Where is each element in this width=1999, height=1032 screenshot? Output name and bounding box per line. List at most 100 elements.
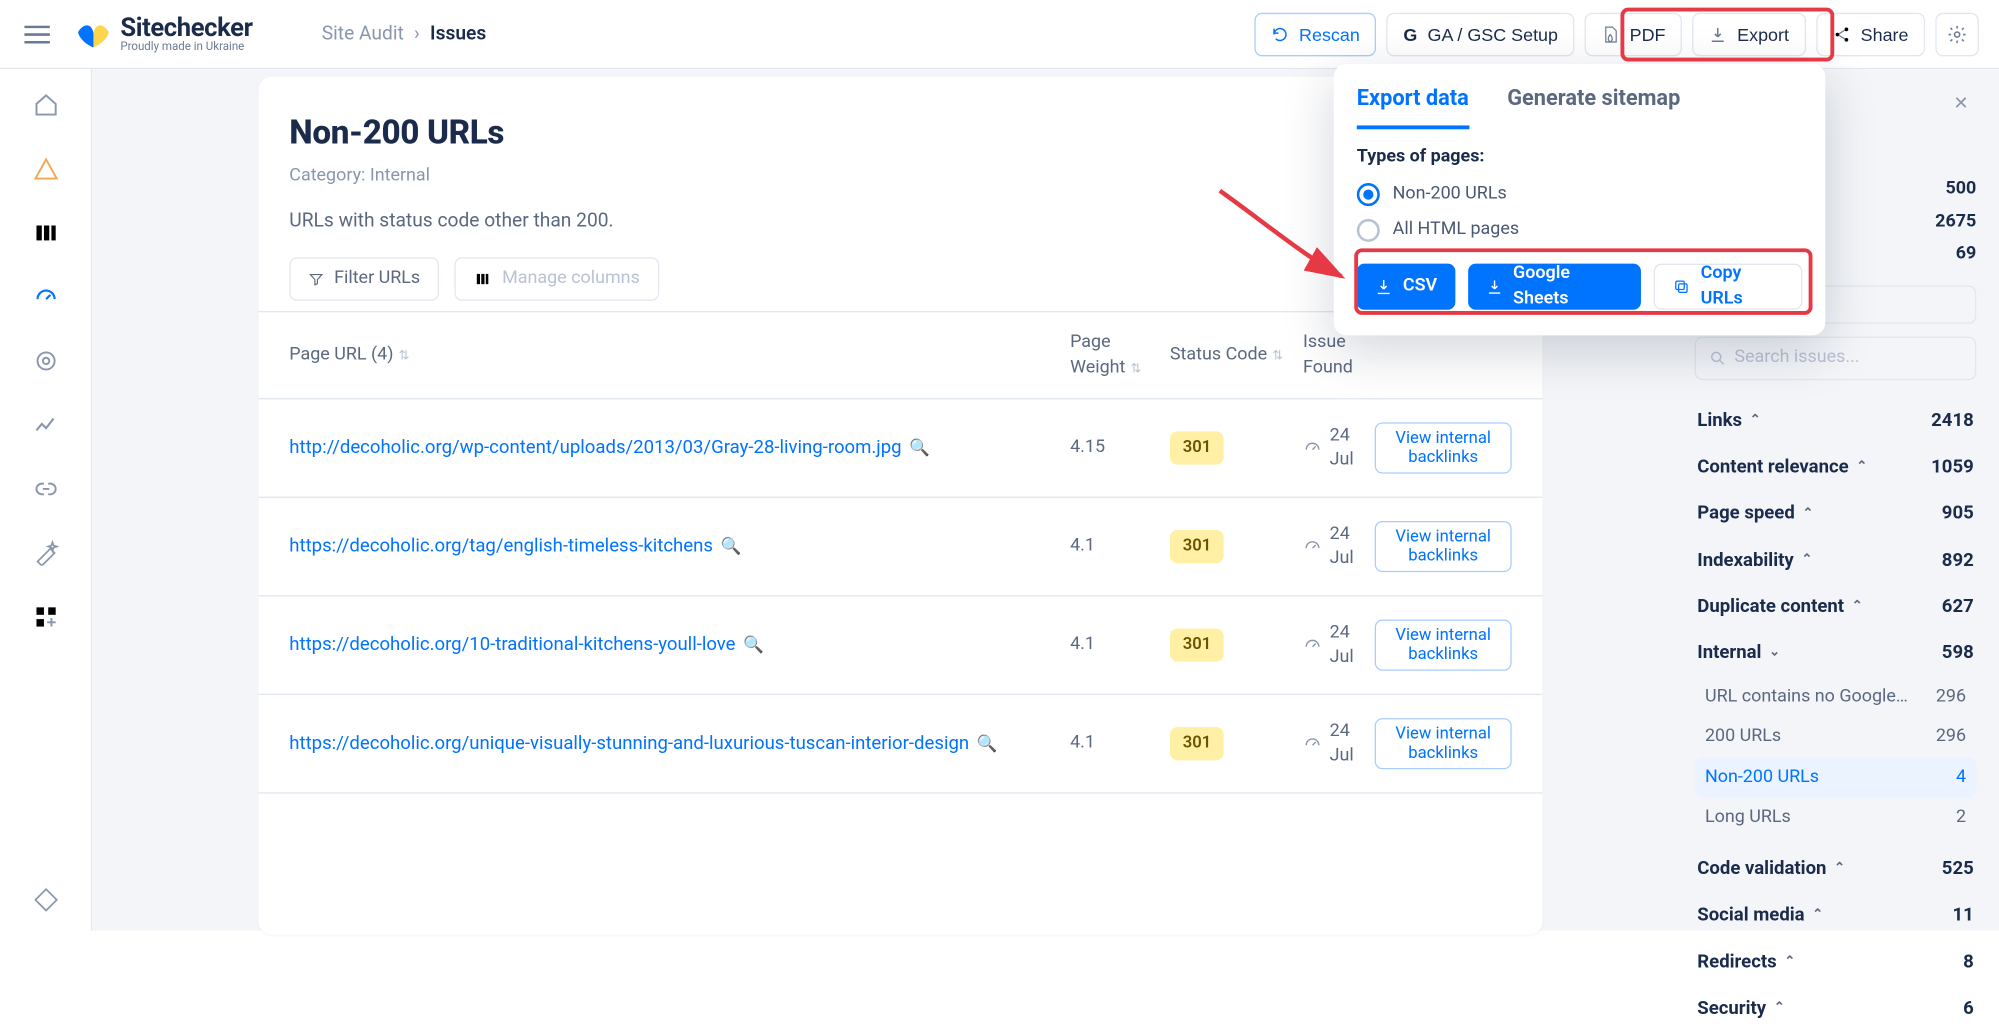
settings-button[interactable] [1935, 12, 1979, 56]
breadcrumb-root[interactable]: Site Audit [322, 20, 404, 47]
sort-icon: ⇅ [399, 349, 410, 363]
view-internal-backlinks-button[interactable]: View internal backlinks [1375, 423, 1512, 474]
export-google-sheets-button[interactable]: Google Sheets [1468, 263, 1642, 309]
issue-found-cell: 24 Jul [1303, 423, 1375, 473]
menu-toggle-icon[interactable] [20, 17, 53, 50]
radio-all-html-pages[interactable]: All HTML pages [1357, 218, 1802, 243]
issue-subitem[interactable]: 200 URLs296 [1695, 717, 1977, 757]
pdf-button[interactable]: PDF [1585, 12, 1682, 56]
chevron-up-icon: ⌃ [1750, 412, 1761, 430]
tab-export-data[interactable]: Export data [1357, 84, 1469, 129]
chevron-up-icon: ⌃ [1801, 551, 1812, 569]
nav-warning-icon[interactable] [28, 151, 64, 187]
left-nav-rail [0, 69, 92, 930]
page-weight-value: 4.1 [1070, 634, 1095, 654]
issue-subitem[interactable]: Non-200 URLs4 [1695, 757, 1977, 797]
export-popover: Export data Generate sitemap Types of pa… [1334, 64, 1826, 335]
page-description: URLs with status code other than 200. [289, 207, 1511, 234]
share-icon [1833, 25, 1851, 43]
radio-non-200-urls[interactable]: Non-200 URLs [1357, 182, 1802, 207]
tab-generate-sitemap[interactable]: Generate sitemap [1507, 84, 1680, 129]
ga-gsc-setup-button[interactable]: G GA / GSC Setup [1387, 12, 1575, 56]
nav-link-icon[interactable] [28, 471, 64, 507]
issue-subitem[interactable]: URL contains no Google Tag M…296 [1695, 677, 1977, 717]
page-category: Category: Internal [289, 164, 1511, 189]
th-page-url[interactable]: Page URL (4)⇅ [289, 343, 1070, 368]
view-internal-backlinks-button[interactable]: View internal backlinks [1375, 620, 1512, 671]
refresh-icon [1271, 25, 1289, 43]
table-row: https://decoholic.org/tag/english-timele… [259, 498, 1543, 597]
page-url-link[interactable]: https://decoholic.org/10-traditional-kit… [289, 633, 735, 655]
chevron-up-icon: ⌃ [1856, 459, 1867, 477]
inspect-icon[interactable]: 🔍 [909, 439, 930, 458]
filter-urls-button[interactable]: Filter URLs [289, 257, 439, 301]
issue-group[interactable]: Social media ⌃11 [1695, 892, 1977, 938]
nav-diamond-icon[interactable] [28, 882, 64, 918]
table-row: http://decoholic.org/wp-content/uploads/… [259, 400, 1543, 499]
group-count: 11 [1952, 903, 1973, 929]
view-internal-backlinks-button[interactable]: View internal backlinks [1375, 521, 1512, 572]
issue-found-cell: 24 Jul [1303, 522, 1375, 572]
page-url-link[interactable]: https://decoholic.org/unique-visually-st… [289, 732, 969, 754]
copy-icon [1673, 277, 1690, 295]
nav-trend-icon[interactable] [28, 407, 64, 443]
sidebar-stat-1: 2675 [1935, 209, 1976, 234]
page-weight-value: 4.15 [1070, 437, 1105, 457]
search-issues-input[interactable]: Search issues... [1695, 336, 1977, 380]
issue-group[interactable]: Indexability ⌃892 [1695, 537, 1977, 583]
export-button[interactable]: Export [1692, 12, 1805, 56]
group-count: 598 [1942, 640, 1974, 666]
chevron-up-icon: ⌃ [1852, 598, 1863, 616]
download-icon [1709, 25, 1727, 43]
page-title: Non-200 URLs [289, 110, 1511, 157]
issue-group[interactable]: Links ⌃2418 [1695, 398, 1977, 444]
issue-group[interactable]: Content relevance ⌃1059 [1695, 444, 1977, 490]
group-count: 8 [1963, 949, 1974, 975]
nav-magic-icon[interactable] [28, 535, 64, 571]
nav-target-icon[interactable] [28, 343, 64, 379]
issue-found-cell: 24 Jul [1303, 719, 1375, 769]
page-url-link[interactable]: https://decoholic.org/tag/english-timele… [289, 535, 713, 557]
chevron-up-icon: ⌃ [1774, 1000, 1785, 1018]
th-issue-found[interactable]: Issue Found [1303, 330, 1375, 380]
issue-group[interactable]: Page speed ⌃905 [1695, 491, 1977, 537]
issue-subitem[interactable]: Long URLs2 [1695, 798, 1977, 838]
close-sidebar-button[interactable]: ✕ [1946, 90, 1977, 121]
group-count: 6 [1963, 996, 1974, 1022]
issue-group[interactable]: Internal ⌄598 [1695, 630, 1977, 676]
th-status-code[interactable]: Status Code⇅ [1170, 343, 1303, 368]
view-internal-backlinks-button[interactable]: View internal backlinks [1375, 718, 1512, 769]
inspect-icon[interactable]: 🔍 [977, 735, 998, 754]
issue-group[interactable]: Redirects ⌃8 [1695, 939, 1977, 985]
share-button[interactable]: Share [1816, 12, 1925, 56]
chevron-down-icon: ⌄ [1769, 644, 1780, 662]
group-count: 627 [1942, 594, 1974, 620]
page-url-link[interactable]: http://decoholic.org/wp-content/uploads/… [289, 436, 901, 458]
th-page-weight[interactable]: Page Weight⇅ [1070, 330, 1170, 380]
manage-columns-button[interactable]: Manage columns [455, 257, 659, 301]
copy-urls-button[interactable]: Copy URLs [1654, 263, 1802, 309]
group-count: 525 [1942, 856, 1974, 882]
logo-name: Sitechecker [120, 14, 252, 40]
status-code-badge: 301 [1170, 727, 1224, 761]
nav-dashboard-icon[interactable] [28, 279, 64, 315]
rescan-button[interactable]: Rescan [1254, 12, 1376, 56]
breadcrumb: Site Audit › Issues [322, 20, 487, 47]
nav-home-icon[interactable] [28, 87, 64, 123]
logo[interactable]: Sitechecker Proudly made in Ukraine [74, 14, 252, 54]
inspect-icon[interactable]: 🔍 [743, 636, 764, 655]
issue-group[interactable]: Code validation ⌃525 [1695, 846, 1977, 892]
page-weight-value: 4.1 [1070, 536, 1095, 556]
logo-icon [74, 19, 112, 50]
group-count: 1059 [1931, 455, 1974, 481]
types-of-pages-label: Types of pages: [1357, 144, 1802, 169]
page-weight-value: 4.1 [1070, 733, 1095, 753]
nav-apps-icon[interactable] [28, 599, 64, 635]
gauge-icon [1303, 438, 1322, 458]
issue-group[interactable]: Duplicate content ⌃627 [1695, 584, 1977, 630]
nav-columns-icon[interactable] [28, 215, 64, 251]
export-csv-button[interactable]: CSV [1357, 263, 1455, 309]
inspect-icon[interactable]: 🔍 [721, 537, 742, 556]
issue-group[interactable]: Security ⌃6 [1695, 985, 1977, 1031]
gauge-icon [1303, 537, 1322, 557]
